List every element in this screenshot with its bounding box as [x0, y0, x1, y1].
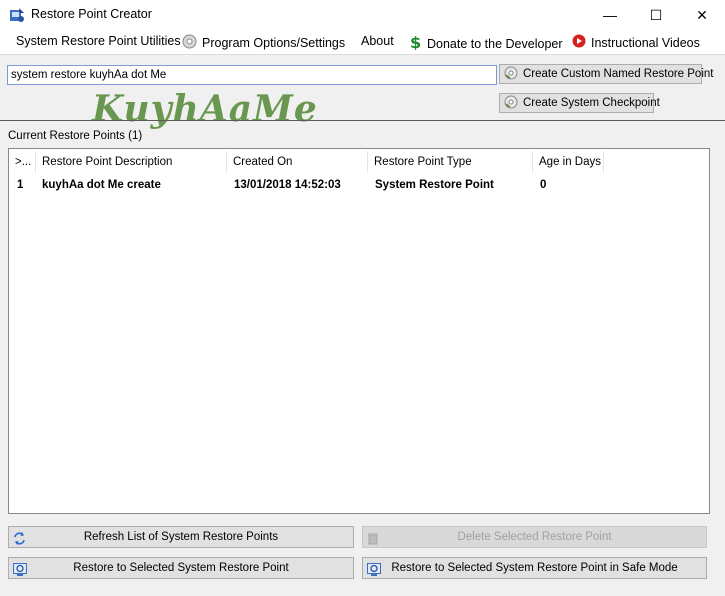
menu-donate-label: Donate to the Developer [427, 36, 563, 51]
maximize-button[interactable]: ☐ [633, 0, 679, 30]
menu-about-label: About [361, 34, 394, 48]
refresh-list-button[interactable]: Refresh List of System Restore Points [8, 526, 354, 548]
maximize-icon: ☐ [649, 6, 663, 23]
menu-about[interactable]: About [361, 34, 394, 48]
column-header-description[interactable]: Restore Point Description [36, 151, 227, 173]
menu-donate[interactable]: $ Donate to the Developer [409, 33, 563, 53]
column-header-created-on[interactable]: Created On [227, 151, 368, 173]
separator-line [0, 120, 725, 121]
dollar-icon: $ [409, 33, 422, 53]
close-icon: ✕ [696, 6, 708, 23]
menu-videos-label: Instructional Videos [591, 35, 700, 50]
column-header-select[interactable]: >... [9, 151, 36, 173]
create-custom-restore-point-button[interactable]: Create Custom Named Restore Point [499, 64, 713, 84]
delete-label: Delete Selected Restore Point [457, 531, 612, 543]
minimize-button[interactable]: — [587, 0, 633, 30]
close-button[interactable]: ✕ [679, 0, 725, 30]
watermark-logo: KuyhAaMe [92, 88, 318, 130]
restore-safe-label: Restore to Selected System Restore Point… [391, 562, 678, 574]
menu-bar: System Restore Point Utilities Program O… [0, 30, 725, 55]
row-cell-created-on: 13/01/2018 14:52:03 [234, 179, 341, 191]
title-bar: Restore Point Creator — ☐ ✕ [0, 0, 725, 30]
menu-videos[interactable]: Instructional Videos [572, 34, 700, 51]
restore-points-list[interactable]: >... Restore Point Description Created O… [8, 148, 710, 514]
restore-points-label: Current Restore Points (1) [8, 130, 143, 142]
play-icon [572, 34, 586, 51]
window-title: Restore Point Creator [31, 7, 152, 21]
row-cell-index: 1 [17, 179, 24, 191]
minimize-icon: — [603, 7, 617, 23]
restore-icon [367, 563, 381, 579]
refresh-arrows-icon [13, 532, 26, 548]
svg-text:$: $ [410, 34, 421, 50]
refresh-label: Refresh List of System Restore Points [83, 531, 279, 543]
table-row[interactable]: 1 kuyhAa dot Me create 13/01/2018 14:52:… [9, 176, 604, 194]
create-system-checkpoint-button[interactable]: Create System Checkpoint [499, 93, 660, 113]
restore-label: Restore to Selected System Restore Point [73, 562, 289, 574]
menu-utilities-label: System Restore Point Utilities [16, 34, 181, 48]
row-cell-age: 0 [540, 179, 547, 191]
row-cell-description: kuyhAa dot Me create [42, 179, 161, 191]
menu-options-label: Program Options/Settings [202, 36, 346, 50]
gear-disc-icon [182, 34, 197, 52]
restore-safe-mode-button[interactable]: Restore to Selected System Restore Point… [362, 557, 707, 579]
trash-icon [367, 532, 379, 548]
column-header-age[interactable]: Age in Days [533, 151, 604, 173]
create-custom-label: Create Custom Named Restore Point [523, 68, 714, 80]
create-checkpoint-label: Create System Checkpoint [523, 97, 660, 109]
menu-options[interactable]: Program Options/Settings [182, 34, 345, 52]
column-header-type[interactable]: Restore Point Type [368, 151, 533, 173]
restore-point-name-input[interactable] [7, 65, 497, 85]
disc-icon [504, 95, 518, 112]
disc-icon [504, 66, 518, 83]
list-header: >... Restore Point Description Created O… [9, 151, 604, 173]
row-cell-type: System Restore Point [375, 179, 494, 191]
restore-icon [13, 563, 27, 579]
restore-point-app-icon [9, 7, 25, 23]
restore-button[interactable]: Restore to Selected System Restore Point [8, 557, 354, 579]
menu-utilities[interactable]: System Restore Point Utilities [16, 34, 181, 48]
delete-restore-point-button[interactable]: Delete Selected Restore Point [362, 526, 707, 548]
